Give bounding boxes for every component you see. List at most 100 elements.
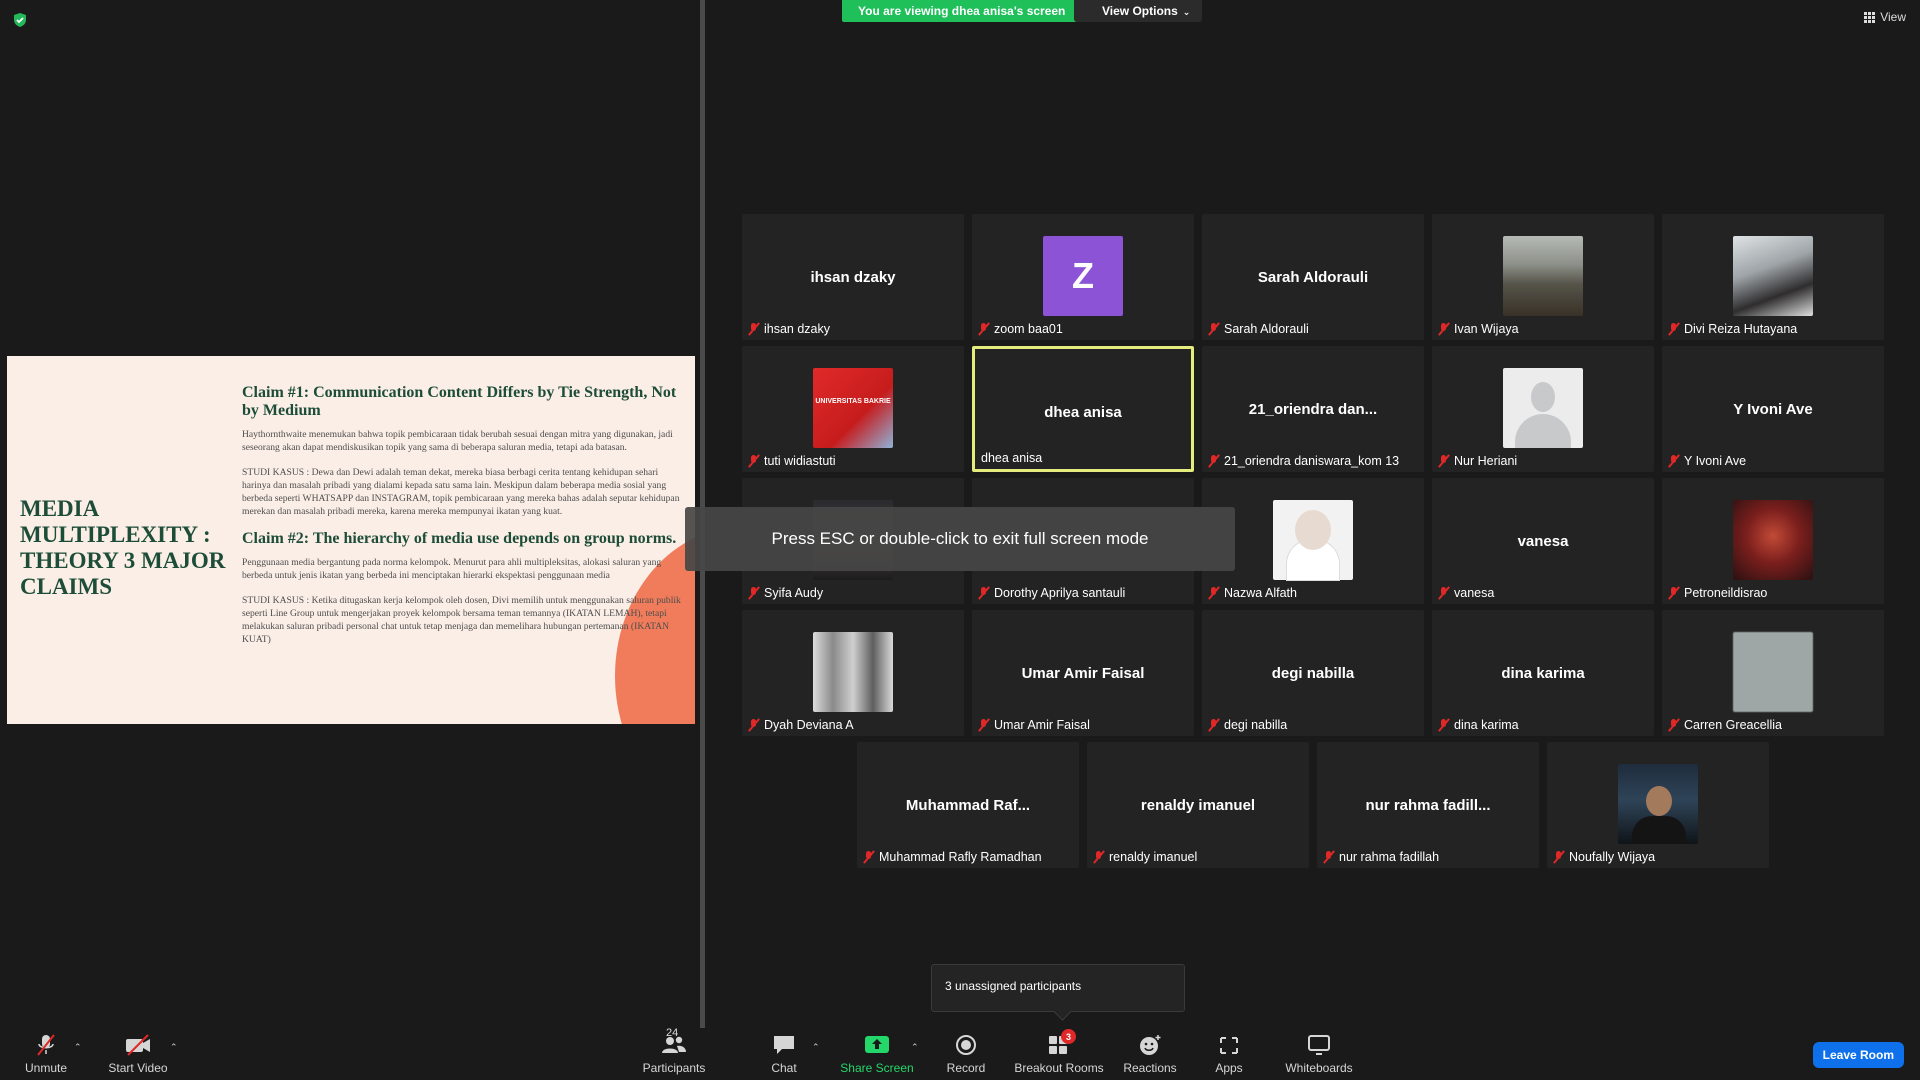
muted-mic-icon: [978, 718, 990, 732]
participant-tile[interactable]: Nazwa Alfath: [1202, 478, 1424, 604]
leave-room-button[interactable]: Leave Room: [1812, 1042, 1904, 1068]
claim1-heading: Claim #1: Communication Content Differs …: [242, 384, 677, 419]
participants-label: Participants: [642, 1061, 706, 1075]
participant-tile[interactable]: Nur Heriani: [1432, 346, 1654, 472]
participant-tile[interactable]: ihsan dzaky ihsan dzaky: [742, 214, 964, 340]
zoom-window: You are viewing dhea anisa's screen View…: [0, 0, 1920, 1080]
participant-name-label: Syifa Audy: [748, 584, 823, 602]
participant-tile[interactable]: Y Ivoni Ave Y Ivoni Ave: [1662, 346, 1884, 472]
participant-photo: [1733, 632, 1813, 712]
participant-name: degi nabilla: [1224, 718, 1288, 732]
whiteboards-button[interactable]: Whiteboards: [1280, 1028, 1358, 1080]
participant-name: dhea anisa: [981, 451, 1043, 465]
muted-mic-icon: [1208, 586, 1220, 600]
participant-tile[interactable]: Carren Greacellia: [1662, 610, 1884, 736]
participant-photo: [813, 632, 893, 712]
participant-name-label: Muhammad Rafly Ramadhan: [863, 848, 1042, 866]
participant-tile[interactable]: degi nabilla degi nabilla: [1202, 610, 1424, 736]
video-options-caret-icon[interactable]: ⌃: [170, 1042, 178, 1053]
participant-name-label: Nazwa Alfath: [1208, 584, 1297, 602]
security-shield-icon[interactable]: [12, 12, 28, 28]
grid-view-icon: [1864, 11, 1876, 23]
participants-button[interactable]: 24 Participants: [640, 1027, 708, 1080]
whiteboard-icon: [1308, 1035, 1330, 1055]
participant-name-label: ihsan dzaky: [748, 320, 830, 338]
participant-tile[interactable]: dhea anisa dhea anisa: [972, 346, 1194, 472]
breakout-rooms-icon-wrap: 3: [1045, 1029, 1076, 1057]
participant-name-label: Umar Amir Faisal: [978, 716, 1090, 734]
participant-tile[interactable]: Divi Reiza Hutayana: [1662, 214, 1884, 340]
participant-tile[interactable]: vanesa vanesa: [1432, 478, 1654, 604]
participant-name: Ivan Wijaya: [1454, 322, 1519, 336]
chat-label: Chat: [771, 1061, 797, 1075]
muted-mic-icon: [1093, 850, 1105, 864]
slide-body: Claim #1: Communication Content Differs …: [242, 384, 687, 658]
muted-mic-icon: [1668, 586, 1680, 600]
reactions-label: Reactions: [1123, 1061, 1177, 1075]
participant-name-label: degi nabilla: [1208, 716, 1287, 734]
breakout-rooms-button[interactable]: 3 Breakout Rooms: [1013, 1028, 1105, 1080]
audio-options-caret-icon[interactable]: ⌃: [74, 1042, 82, 1053]
muted-mic-icon: [1668, 718, 1680, 732]
start-video-label: Start Video: [108, 1061, 168, 1075]
participant-tile[interactable]: UNIVERSITAS BAKRIE tuti widiastuti: [742, 346, 964, 472]
record-button[interactable]: Record: [944, 1028, 988, 1080]
muted-mic-icon: [1438, 454, 1450, 468]
muted-mic-icon: [748, 718, 760, 732]
share-options-caret-icon[interactable]: ⌃: [911, 1042, 919, 1053]
participant-name: Carren Greacellia: [1684, 718, 1782, 732]
participant-tile[interactable]: Dyah Deviana A: [742, 610, 964, 736]
whiteboards-label: Whiteboards: [1285, 1061, 1353, 1075]
apps-button[interactable]: Apps: [1210, 1028, 1248, 1080]
participant-tile[interactable]: nur rahma fadill... nur rahma fadillah: [1317, 742, 1539, 868]
unmute-button[interactable]: Unmute: [18, 1028, 74, 1080]
muted-mic-icon: [748, 586, 760, 600]
participant-name: ihsan dzaky: [764, 322, 831, 336]
participant-name-label: Divi Reiza Hutayana: [1668, 320, 1797, 338]
participant-name-label: nur rahma fadillah: [1323, 848, 1439, 866]
claim1-case-study: STUDI KASUS : Dewa dan Dewi adalah teman…: [242, 467, 680, 517]
participant-name: zoom baa01: [994, 322, 1063, 336]
participant-tile[interactable]: renaldy imanuel renaldy imanuel: [1087, 742, 1309, 868]
shared-screen-slide[interactable]: MEDIA MULTIPLEXITY : THEORY 3 MAJOR CLAI…: [7, 356, 695, 724]
video-off-icon: [126, 1034, 150, 1056]
participant-name: Sarah Aldorauli: [1224, 322, 1309, 336]
view-options-button[interactable]: View Options ⌄: [1074, 0, 1203, 22]
participant-name: 21_oriendra daniswara_kom 13: [1224, 454, 1400, 468]
chat-button[interactable]: Chat: [766, 1028, 802, 1080]
participant-name-label: zoom baa01: [978, 320, 1063, 338]
muted-mic-icon: [748, 454, 760, 468]
participant-name: Y Ivoni Ave: [1684, 454, 1747, 468]
muted-mic-icon: [1208, 322, 1220, 336]
breakout-rooms-badge: 3: [1061, 1029, 1076, 1044]
participant-name: Noufally Wijaya: [1569, 850, 1656, 864]
participant-tile[interactable]: Noufally Wijaya: [1547, 742, 1769, 868]
participant-tile[interactable]: Ivan Wijaya: [1432, 214, 1654, 340]
participant-tile[interactable]: 21_oriendra dan... 21_oriendra daniswara_…: [1202, 346, 1424, 472]
participant-tile[interactable]: dina karima dina karima: [1432, 610, 1654, 736]
start-video-button[interactable]: Start Video: [106, 1028, 170, 1080]
participant-name: Syifa Audy: [764, 586, 824, 600]
share-screen-label: Share Screen: [840, 1061, 914, 1075]
claim2-heading: Claim #2: The hierarchy of media use dep…: [242, 530, 677, 547]
participant-photo: [1503, 368, 1583, 448]
participant-name-label: Ivan Wijaya: [1438, 320, 1519, 338]
view-button[interactable]: View: [1864, 10, 1906, 24]
participant-tile[interactable]: Sarah Aldorauli Sarah Aldorauli: [1202, 214, 1424, 340]
participant-photo: [1503, 236, 1583, 316]
participant-tile[interactable]: Muhammad Raf... Muhammad Rafly Ramadhan: [857, 742, 1079, 868]
participant-photo: [1273, 500, 1353, 580]
participant-tile[interactable]: Petroneildisrao: [1662, 478, 1884, 604]
share-screen-button[interactable]: Share Screen: [838, 1028, 916, 1080]
participant-tile[interactable]: Zzoom baa01: [972, 214, 1194, 340]
reactions-button[interactable]: Reactions: [1123, 1028, 1177, 1080]
unassigned-participants-tooltip[interactable]: 3 unassigned participants: [931, 964, 1185, 1012]
view-label: View: [1880, 10, 1906, 24]
participant-name: Divi Reiza Hutayana: [1684, 322, 1798, 336]
chat-options-caret-icon[interactable]: ⌃: [812, 1042, 820, 1053]
participant-tile[interactable]: Umar Amir Faisal Umar Amir Faisal: [972, 610, 1194, 736]
participant-name-label: Y Ivoni Ave: [1668, 452, 1746, 470]
participant-name: tuti widiastuti: [764, 454, 836, 468]
participants-count: 24: [666, 1027, 679, 1039]
participant-name-label: tuti widiastuti: [748, 452, 836, 470]
